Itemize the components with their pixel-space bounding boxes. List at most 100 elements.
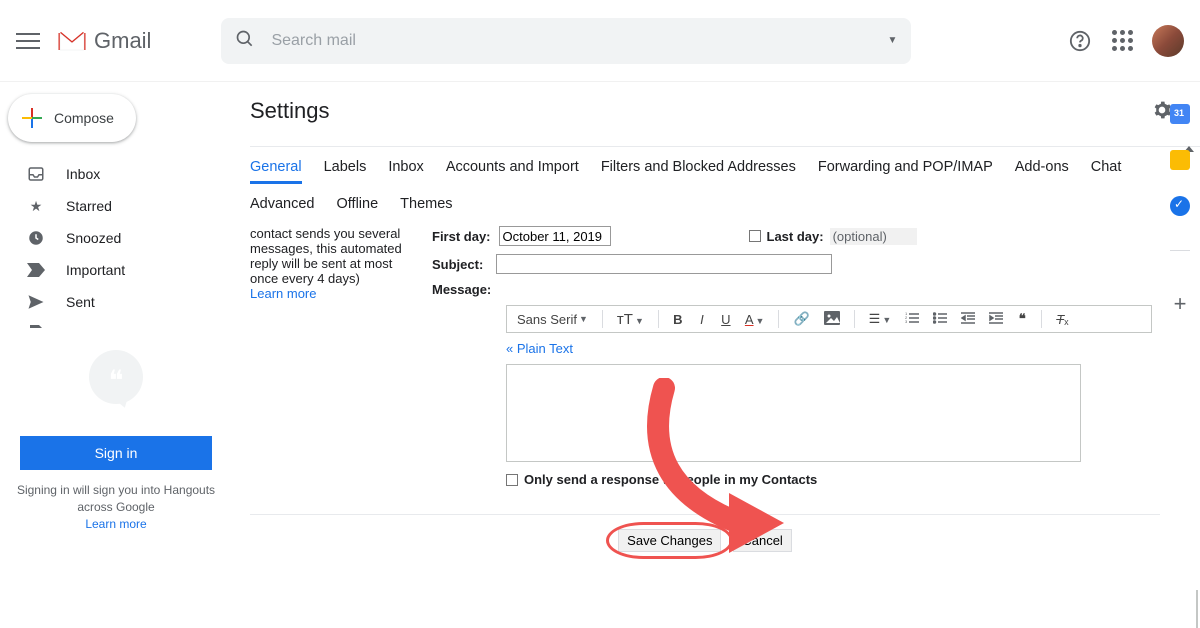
plain-text-link[interactable]: « Plain Text [506,341,573,356]
tab-general[interactable]: General [250,159,302,184]
page-title: Settings [250,98,330,124]
important-icon [26,260,46,280]
tab-filters[interactable]: Filters and Blocked Addresses [601,159,796,184]
search-input[interactable] [271,32,887,50]
contacts-only-checkbox[interactable] [506,474,518,486]
sidebar-item-starred[interactable]: ★ Starred [0,190,232,222]
tab-advanced[interactable]: Advanced [250,196,315,218]
gmail-m-icon [58,30,86,52]
calendar-icon[interactable] [1170,104,1190,124]
cancel-button[interactable]: Cancel [733,529,791,552]
link-icon[interactable]: 🔗 [789,309,813,329]
settings-header: Settings [250,98,1200,124]
content: Settings General Labels Inbox Accounts a… [232,82,1200,628]
setting-description: contact sends you several messages, this… [250,226,432,502]
sidebar-item-important[interactable]: Important [0,254,232,286]
indent-less-icon[interactable] [957,310,979,329]
search-icon[interactable] [235,29,255,52]
vacation-desc-text: contact sends you several messages, this… [250,226,402,286]
tab-themes[interactable]: Themes [400,196,452,218]
first-day-label: First day: [432,229,491,244]
sidebar-item-label: Inbox [66,166,100,182]
sidebar-item-label: Drafts [66,326,106,328]
scrollbar[interactable] [1196,590,1198,628]
image-icon[interactable] [820,309,844,330]
tab-labels[interactable]: Labels [324,159,367,184]
tab-offline[interactable]: Offline [337,196,379,218]
signin-text: Signing in will sign you into Hangouts a… [10,482,222,532]
side-rail: + [1160,82,1200,582]
message-textarea[interactable] [506,364,1081,462]
keep-icon[interactable] [1170,150,1190,170]
search-bar[interactable]: ▼ [221,18,911,64]
help-icon[interactable] [1068,29,1092,53]
align-icon[interactable]: ☰▼ [865,309,896,329]
last-day-optional: (optional) [830,228,917,245]
italic-icon[interactable]: I [693,310,711,329]
sidebar-item-sent[interactable]: Sent [0,286,232,318]
sidebar-item-label: Sent [66,294,95,310]
gmail-logo[interactable]: Gmail [58,28,151,54]
signin-button[interactable]: Sign in [20,436,212,470]
header-right [1068,25,1184,57]
action-row: Save Changes Cancel [250,514,1160,552]
nav-list: Inbox ★ Starred Snoozed Important Sent D… [0,158,232,328]
underline-icon[interactable]: U [717,310,735,329]
last-day-checkbox[interactable] [749,230,761,242]
tab-addons[interactable]: Add-ons [1015,159,1069,184]
font-selector[interactable]: Sans Serif▼ [513,312,592,327]
format-toolbar: Sans Serif▼ ᴛT▼ B I U A▼ 🔗 ☰▼ 123 [506,305,1152,333]
message-label: Message: [432,282,491,297]
add-addon-icon[interactable]: + [1174,291,1187,317]
apps-icon[interactable] [1110,29,1134,53]
settings-tabs: General Labels Inbox Accounts and Import… [250,146,1200,184]
inbox-icon [26,164,46,184]
sidebar: Compose Inbox ★ Starred Snoozed Importan… [0,82,232,628]
product-name: Gmail [94,28,151,54]
sidebar-item-snoozed[interactable]: Snoozed [0,222,232,254]
chevron-down-icon[interactable]: ▼ [888,35,898,46]
menu-icon[interactable] [16,29,40,53]
indent-more-icon[interactable] [985,310,1007,329]
svg-text:3: 3 [905,319,908,324]
text-color-icon[interactable]: A▼ [741,310,769,329]
editor-container: Sans Serif▼ ᴛT▼ B I U A▼ 🔗 ☰▼ 123 [506,305,1152,487]
app-header: Gmail ▼ [0,0,1200,82]
avatar[interactable] [1152,25,1184,57]
vacation-form: First day: Last day: (optional) Subject:… [432,226,1152,502]
sidebar-item-label: Snoozed [66,230,121,246]
first-day-input[interactable] [499,226,611,246]
sidebar-item-inbox[interactable]: Inbox [0,158,232,190]
compose-button[interactable]: Compose [8,94,136,142]
tab-forwarding[interactable]: Forwarding and POP/IMAP [818,159,993,184]
search-container: ▼ [221,18,911,64]
hangouts-pane: ❝ Sign in Signing in will sign you into … [0,350,232,532]
quote-icon[interactable]: ❝ [1013,309,1031,329]
sidebar-item-drafts[interactable]: Drafts [0,318,232,328]
contacts-only-label: Only send a response to people in my Con… [524,472,817,487]
send-icon [26,292,46,312]
numbered-list-icon[interactable]: 123 [901,310,923,329]
tab-inbox[interactable]: Inbox [388,159,423,184]
sidebar-item-label: Important [66,262,125,278]
signin-description: Signing in will sign you into Hangouts a… [17,483,215,514]
bullet-list-icon[interactable] [929,310,951,329]
main: Compose Inbox ★ Starred Snoozed Importan… [0,82,1200,628]
subject-label: Subject: [432,257,488,272]
draft-icon [26,324,46,328]
learn-more-link[interactable]: Learn more [250,286,316,301]
tasks-icon[interactable] [1170,196,1190,216]
last-day-label: Last day: [767,229,824,244]
font-label: Sans Serif [517,312,577,327]
subject-input[interactable] [496,254,832,274]
remove-format-icon[interactable]: Tₓ [1052,310,1072,329]
save-button[interactable]: Save Changes [618,529,721,552]
learn-more-link[interactable]: Learn more [10,516,222,533]
vacation-responder-section: contact sends you several messages, this… [250,222,1200,502]
sidebar-item-label: Starred [66,198,112,214]
hangouts-icon: ❝ [89,350,143,404]
tab-chat[interactable]: Chat [1091,159,1122,184]
bold-icon[interactable]: B [669,310,687,329]
tab-accounts[interactable]: Accounts and Import [446,159,579,184]
font-size-icon[interactable]: ᴛT▼ [613,309,648,330]
